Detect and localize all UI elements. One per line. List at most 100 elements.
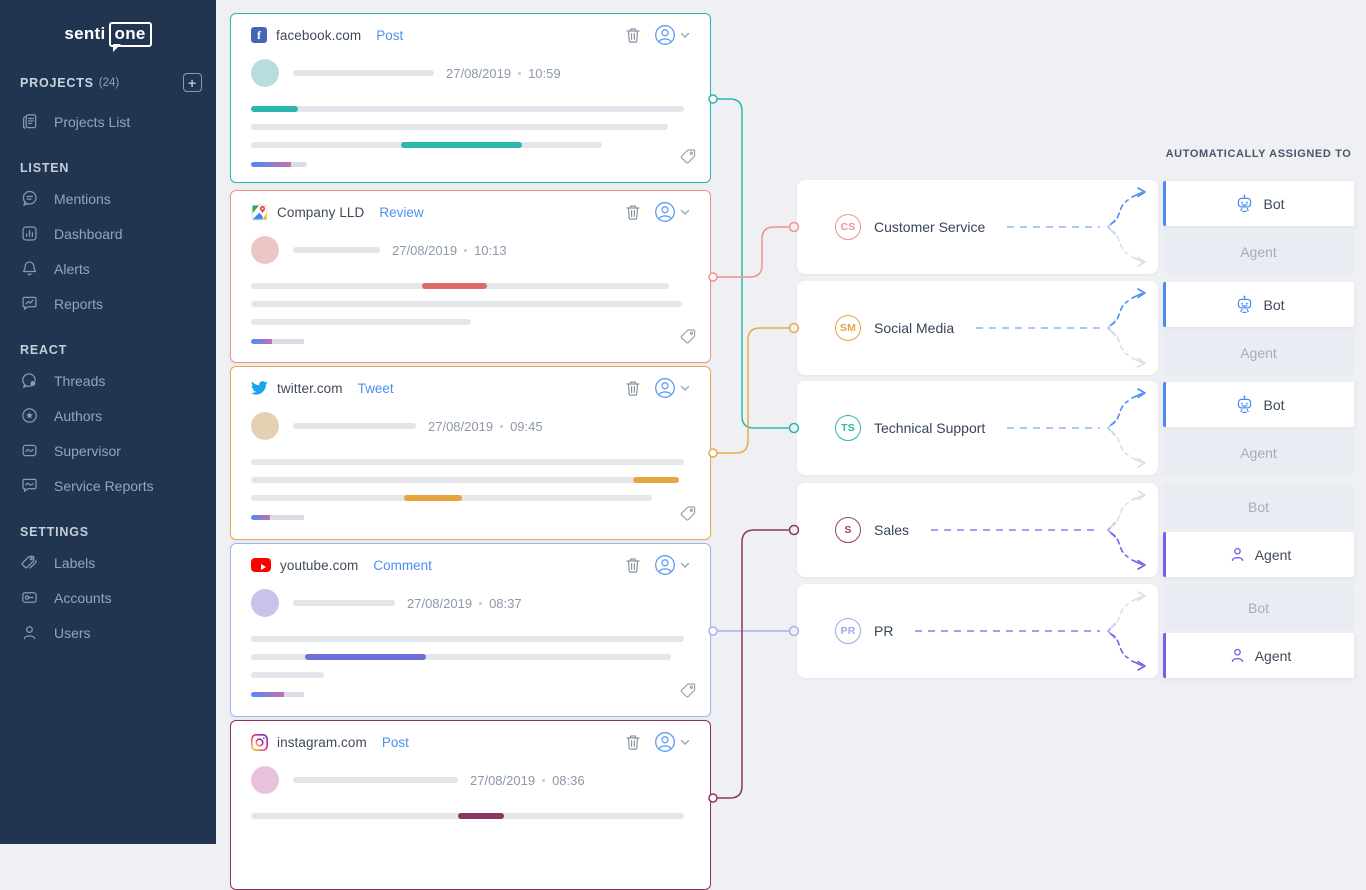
sidebar-item-label: Service Reports bbox=[54, 478, 154, 494]
category-row-technical-support[interactable]: TS Technical Support bbox=[797, 381, 1158, 475]
assigned-option-label: Bot bbox=[1263, 297, 1284, 313]
mention-datetime: 27/08/201910:13 bbox=[392, 243, 507, 258]
tag-icon[interactable] bbox=[679, 328, 697, 351]
instagram-icon bbox=[251, 734, 268, 751]
assign-user-dropdown[interactable] bbox=[654, 554, 690, 576]
delete-icon[interactable] bbox=[625, 27, 641, 44]
category-label: Customer Service bbox=[874, 219, 985, 235]
author-name-placeholder bbox=[293, 423, 416, 429]
assigned-option-label: Bot bbox=[1248, 600, 1269, 616]
assigned-option-label: Bot bbox=[1263, 397, 1284, 413]
sidebar-item-authors[interactable]: Authors bbox=[0, 398, 216, 433]
tag-icon[interactable] bbox=[679, 505, 697, 528]
logo-box: one bbox=[109, 22, 152, 47]
sidebar-item-reports[interactable]: Reports bbox=[0, 286, 216, 321]
mention-text-placeholder bbox=[251, 459, 690, 501]
assigned-option-bot-active[interactable]: Bot bbox=[1163, 382, 1354, 427]
mention-text-placeholder bbox=[251, 106, 690, 148]
sidebar-item-alerts[interactable]: Alerts bbox=[0, 251, 216, 286]
mention-card-twitter[interactable]: twitter.com Tweet 27/08/201909:45 bbox=[230, 366, 711, 540]
add-project-button[interactable]: + bbox=[183, 73, 202, 92]
assigned-column-header: AUTOMATICALLY ASSIGNED TO bbox=[1163, 148, 1354, 160]
assigned-option-agent-active[interactable]: Agent bbox=[1163, 633, 1354, 678]
assignment-fork-arrows bbox=[1102, 381, 1156, 475]
sentiment-bar bbox=[251, 515, 307, 520]
mention-card-youtube[interactable]: youtube.com Comment 27/08/201908:37 bbox=[230, 543, 711, 717]
assigned-option-agent-active[interactable]: Agent bbox=[1163, 532, 1354, 577]
mention-source: instagram.com bbox=[277, 735, 367, 750]
delete-icon[interactable] bbox=[625, 557, 641, 574]
category-row-pr[interactable]: PR PR bbox=[797, 584, 1158, 678]
sidebar-item-label: Projects List bbox=[54, 114, 130, 130]
projects-header-label: PROJECTS bbox=[20, 76, 94, 90]
sidebar-item-supervisor[interactable]: Supervisor bbox=[0, 433, 216, 468]
assigned-option-agent-inactive[interactable]: Agent bbox=[1163, 330, 1354, 375]
assigned-option-bot-inactive[interactable]: Bot bbox=[1163, 484, 1354, 529]
assigned-option-bot-active[interactable]: Bot bbox=[1163, 282, 1354, 327]
sidebar-item-service-reports[interactable]: Service Reports bbox=[0, 468, 216, 503]
sidebar-item-accounts[interactable]: Accounts bbox=[0, 580, 216, 615]
sidebar-item-users[interactable]: Users bbox=[0, 615, 216, 650]
mention-card-facebook[interactable]: f facebook.com Post 27/08/201910:59 bbox=[230, 13, 711, 183]
chevron-down-icon bbox=[680, 385, 690, 392]
sidebar-item-label: Dashboard bbox=[54, 226, 123, 242]
assigned-option-bot-inactive[interactable]: Bot bbox=[1163, 585, 1354, 630]
tag-icon[interactable] bbox=[679, 148, 697, 171]
assigned-option-label: Agent bbox=[1255, 547, 1292, 563]
assign-user-dropdown[interactable] bbox=[654, 377, 690, 399]
assignment-fork-arrows bbox=[1102, 483, 1156, 577]
category-row-customer-service[interactable]: CS Customer Service bbox=[797, 180, 1158, 274]
chevron-down-icon bbox=[680, 209, 690, 216]
sidebar-item-label: Users bbox=[54, 625, 91, 641]
mention-type-link[interactable]: Tweet bbox=[358, 381, 394, 396]
category-badge: S bbox=[835, 517, 861, 543]
mention-type-link[interactable]: Comment bbox=[373, 558, 432, 573]
mention-card-instagram[interactable]: instagram.com Post 27/08/201908:36 bbox=[230, 720, 711, 890]
sidebar-item-label: Accounts bbox=[54, 590, 112, 606]
sidebar-item-dashboard[interactable]: Dashboard bbox=[0, 216, 216, 251]
delete-icon[interactable] bbox=[625, 204, 641, 221]
category-label: Technical Support bbox=[874, 420, 985, 436]
assigned-option-agent-inactive[interactable]: Agent bbox=[1163, 229, 1354, 274]
assigned-option-bot-active[interactable]: Bot bbox=[1163, 181, 1354, 226]
sidebar-item-mentions[interactable]: Mentions bbox=[0, 181, 216, 216]
sidebar-item-labels[interactable]: Labels bbox=[0, 545, 216, 580]
authors-star-icon bbox=[20, 406, 39, 425]
assign-user-dropdown[interactable] bbox=[654, 731, 690, 753]
mention-text-placeholder bbox=[251, 813, 690, 819]
delete-icon[interactable] bbox=[625, 734, 641, 751]
mention-type-link[interactable]: Post bbox=[382, 735, 409, 750]
sentiment-bar bbox=[251, 692, 307, 697]
assigned-option-label: Bot bbox=[1263, 196, 1284, 212]
assign-user-dropdown[interactable] bbox=[654, 201, 690, 223]
mention-source: Company LLD bbox=[277, 205, 364, 220]
sidebar-item-label: Alerts bbox=[54, 261, 90, 277]
assigned-option-label: Agent bbox=[1255, 648, 1292, 664]
assignment-fork-arrows bbox=[1102, 180, 1156, 274]
service-reports-icon bbox=[20, 476, 39, 495]
sentiment-bar bbox=[251, 162, 307, 167]
avatar bbox=[251, 236, 279, 264]
mention-type-link[interactable]: Review bbox=[379, 205, 423, 220]
category-row-social-media[interactable]: SM Social Media bbox=[797, 281, 1158, 375]
sidebar-item-threads[interactable]: Threads bbox=[0, 363, 216, 398]
assigned-option-label: Agent bbox=[1240, 345, 1277, 361]
mention-text-placeholder bbox=[251, 283, 690, 325]
sidebar-item-label: Threads bbox=[54, 373, 105, 389]
delete-icon[interactable] bbox=[625, 380, 641, 397]
mention-card-company[interactable]: Company LLD Review 27/08/201910:13 bbox=[230, 190, 711, 363]
assignment-dashed-line bbox=[931, 529, 1100, 531]
assign-user-dropdown[interactable] bbox=[654, 24, 690, 46]
sidebar-item-label: Labels bbox=[54, 555, 95, 571]
agent-person-icon bbox=[1229, 546, 1246, 563]
assignment-dashed-line bbox=[976, 327, 1100, 329]
youtube-icon bbox=[251, 558, 271, 572]
category-row-sales[interactable]: S Sales bbox=[797, 483, 1158, 577]
logo-text: senti bbox=[64, 24, 105, 43]
mention-type-link[interactable]: Post bbox=[376, 28, 403, 43]
sidebar-item-projects-list[interactable]: Projects List bbox=[0, 104, 216, 139]
assigned-option-agent-inactive[interactable]: Agent bbox=[1163, 430, 1354, 475]
projects-list-icon bbox=[20, 112, 39, 131]
chevron-down-icon bbox=[680, 562, 690, 569]
tag-icon[interactable] bbox=[679, 682, 697, 705]
